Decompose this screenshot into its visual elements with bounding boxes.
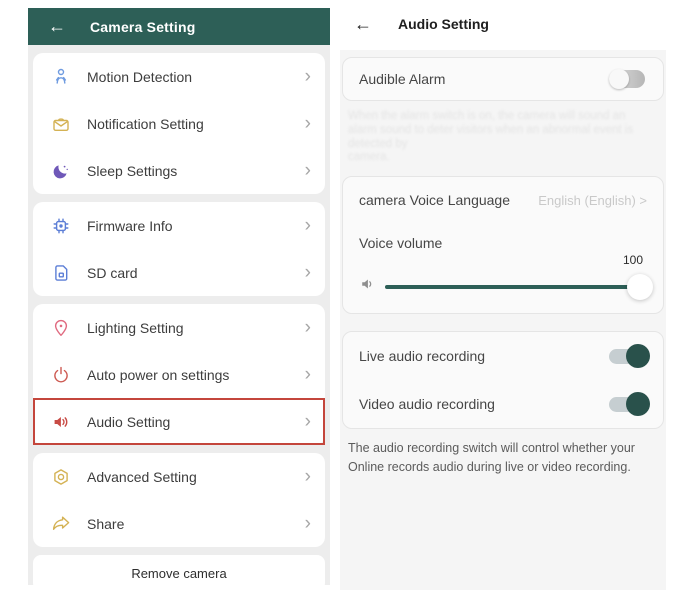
chevron-right-icon: ›	[304, 317, 311, 338]
faded-line: alarm sound to deter visitors when an ab…	[348, 123, 634, 150]
voice-volume-value: 100	[622, 253, 643, 268]
item-label: Auto power on settings	[87, 366, 230, 383]
sidebar-item-notification-setting[interactable]: Notification Setting ›	[33, 100, 325, 147]
camera-setting-panel: ← Camera Setting Motion Detection › Noti…	[28, 8, 330, 591]
chevron-right-icon: ›	[304, 513, 311, 534]
item-label: SD card	[87, 264, 138, 281]
item-label: Notification Setting	[87, 115, 204, 132]
sidebar-item-firmware-info[interactable]: Firmware Info ›	[33, 202, 325, 249]
voice-language-label: camera Voice Language	[359, 192, 510, 209]
mail-icon	[51, 114, 71, 134]
item-label: Motion Detection	[87, 68, 193, 85]
volume-slider-track[interactable]	[385, 273, 653, 300]
sidebar-item-audio-setting[interactable]: Audio Setting ›	[33, 398, 325, 445]
item-label: Share	[87, 515, 125, 532]
sidebar-item-motion-detection[interactable]: Motion Detection ›	[33, 53, 325, 100]
audio-setting-panel: ← Audio Setting Audible Alarm When the a…	[340, 10, 666, 590]
live-audio-recording-row: Live audio recording	[343, 332, 663, 380]
item-label: Firmware Info	[87, 217, 173, 234]
voice-settings-card: camera Voice Language English (English) …	[342, 176, 664, 315]
sidebar-item-auto-power-on[interactable]: Auto power on settings ›	[33, 351, 325, 398]
faded-description-text: When the alarm switch is on, the camera …	[348, 110, 648, 165]
sd-card-icon	[51, 263, 71, 283]
item-label: Advanced Setting	[87, 468, 197, 485]
camera-setting-title: Camera Setting	[90, 18, 196, 35]
audio-setting-content: Audible Alarm When the alarm switch is o…	[340, 50, 666, 590]
voice-volume-label: Voice volume	[359, 235, 443, 252]
settings-group-1: Motion Detection › Notification Setting …	[33, 53, 325, 194]
voice-language-value[interactable]: English (English) >	[538, 193, 647, 208]
voice-language-row[interactable]: camera Voice Language English (English) …	[359, 192, 647, 208]
recording-note: The audio recording switch will control …	[348, 441, 635, 474]
chevron-right-icon: ›	[304, 215, 311, 236]
live-audio-recording-label: Live audio recording	[359, 348, 486, 365]
voice-volume-slider	[359, 273, 653, 300]
speaker-icon	[51, 412, 71, 432]
voice-volume-slider-zone: 100	[359, 253, 653, 300]
audio-setting-header: ← Audio Setting	[340, 10, 666, 38]
power-icon	[51, 365, 71, 385]
camera-settings-screen: ← Camera Setting Motion Detection › Noti…	[0, 0, 680, 604]
back-arrow-icon[interactable]: ←	[48, 16, 66, 37]
volume-slider-thumb[interactable]	[627, 273, 653, 300]
back-arrow-icon[interactable]: ←	[354, 14, 372, 35]
toggle-knob	[626, 344, 650, 369]
item-label: Sleep Settings	[87, 162, 178, 179]
faded-line: camera.	[348, 151, 390, 164]
sidebar-item-sleep-settings[interactable]: Sleep Settings ›	[33, 147, 325, 194]
settings-group-3: Lighting Setting › Auto power on setting…	[33, 304, 325, 445]
sidebar-item-sd-card[interactable]: SD card ›	[33, 249, 325, 296]
toggle-knob	[609, 69, 629, 89]
item-label: Lighting Setting	[87, 319, 184, 336]
nut-icon	[51, 467, 71, 487]
chip-icon	[51, 216, 71, 236]
volume-speaker-icon	[359, 275, 377, 298]
sidebar-item-lighting-setting[interactable]: Lighting Setting ›	[33, 304, 325, 351]
video-audio-recording-row: Video audio recording	[343, 380, 663, 428]
chevron-right-icon: ›	[304, 466, 311, 487]
faded-line: When the alarm switch is on, the camera …	[348, 110, 626, 122]
video-audio-recording-label: Video audio recording	[359, 396, 495, 413]
chevron-right-icon: ›	[304, 113, 311, 134]
sidebar-item-share[interactable]: Share ›	[33, 500, 325, 547]
chevron-right-icon: ›	[304, 160, 311, 181]
item-label: Audio Setting	[87, 413, 171, 430]
share-icon	[51, 514, 71, 534]
camera-setting-header: ← Camera Setting	[28, 8, 330, 45]
person-icon	[51, 67, 71, 87]
video-audio-recording-toggle[interactable]	[609, 392, 650, 417]
chevron-right-icon: ›	[304, 411, 311, 432]
camera-setting-list: Motion Detection › Notification Setting …	[28, 45, 330, 591]
sidebar-item-advanced-setting[interactable]: Advanced Setting ›	[33, 453, 325, 500]
settings-group-2: Firmware Info › SD card ›	[33, 202, 325, 296]
pin-icon	[51, 318, 71, 338]
live-audio-recording-toggle[interactable]	[609, 344, 650, 369]
remove-camera-button[interactable]: Remove camera	[33, 555, 325, 591]
recording-card: Live audio recording Video audio recordi…	[342, 331, 664, 430]
settings-group-4: Advanced Setting › Share ›	[33, 453, 325, 547]
chevron-right-icon: ›	[304, 66, 311, 87]
audible-alarm-card: Audible Alarm	[342, 57, 664, 101]
toggle-knob	[626, 392, 650, 417]
chevron-right-icon: ›	[304, 262, 311, 283]
audible-alarm-toggle[interactable]	[609, 69, 647, 89]
audio-setting-title: Audio Setting	[398, 16, 489, 32]
moon-icon	[51, 161, 71, 181]
chevron-right-icon: ›	[304, 364, 311, 385]
audible-alarm-label: Audible Alarm	[359, 71, 446, 87]
remove-camera-label: Remove camera	[131, 565, 227, 581]
